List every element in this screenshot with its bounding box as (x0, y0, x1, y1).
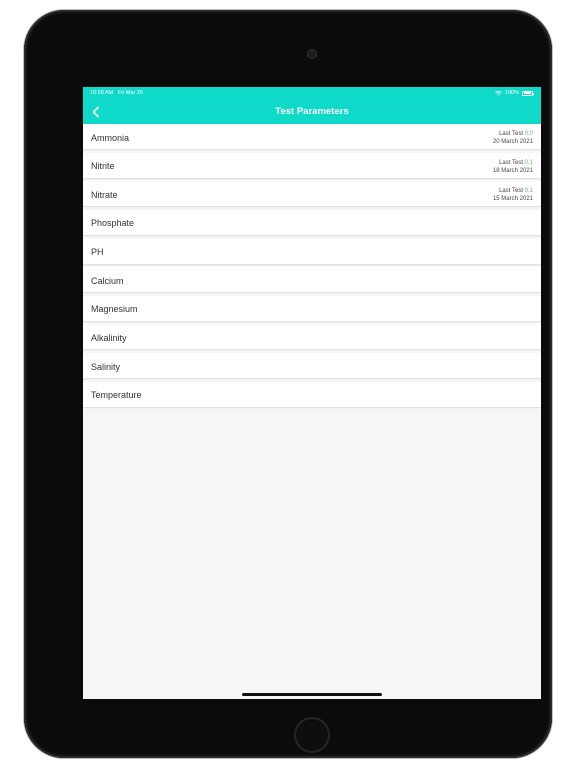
battery-icon (522, 90, 534, 96)
last-test-value: 0.1 (524, 159, 533, 166)
battery-level (523, 92, 532, 94)
parameter-row-salinity[interactable]: Salinity (83, 353, 541, 380)
parameter-label: Magnesium (91, 304, 138, 315)
status-time-value: 10:58 AM (90, 90, 114, 96)
parameter-label: PH (91, 247, 104, 258)
parameter-row-phosphate[interactable]: Phosphate (83, 209, 541, 236)
parameter-row-calcium[interactable]: Calcium (83, 267, 541, 294)
status-time: 10:58 AM Fri Mar 26 (90, 90, 143, 96)
parameter-row-nitrate[interactable]: Nitrate Last Test 0.1 15 March 2021 (83, 181, 541, 208)
wifi-icon (494, 90, 502, 96)
last-test-info: Last Test 0.0 20 March 2021 (493, 130, 533, 146)
parameter-label: Temperature (91, 390, 142, 401)
last-test-label: Last Test (499, 131, 523, 137)
home-button[interactable] (294, 717, 330, 753)
app-screen: 10:58 AM Fri Mar 26 100% Test Parameters… (83, 87, 541, 699)
parameter-row-ammonia[interactable]: Ammonia Last Test 0.0 20 March 2021 (83, 124, 541, 150)
parameter-row-temperature[interactable]: Temperature (83, 381, 541, 408)
last-test-info: Last Test 0.1 18 March 2021 (493, 159, 533, 175)
home-indicator[interactable] (242, 693, 382, 696)
parameter-row-nitrite[interactable]: Nitrite Last Test 0.1 18 March 2021 (83, 152, 541, 179)
parameter-label: Alkalinity (91, 332, 127, 343)
page-title: Test Parameters (275, 106, 349, 117)
parameter-label: Calcium (91, 275, 124, 286)
last-test-value: 0.1 (524, 188, 533, 195)
status-indicators: 100% (494, 90, 534, 96)
battery-tip (533, 93, 534, 95)
status-bar: 10:58 AM Fri Mar 26 100% (83, 87, 541, 99)
last-test-date: 15 March 2021 (492, 196, 533, 203)
parameter-list: Ammonia Last Test 0.0 20 March 2021 Nitr… (83, 124, 541, 410)
last-test-value: 0.0 (524, 131, 533, 137)
last-test-label: Last Test (499, 188, 523, 195)
tablet-frame: 10:58 AM Fri Mar 26 100% Test Parameters… (24, 10, 552, 758)
last-test-date: 18 March 2021 (492, 167, 533, 174)
last-test-label: Last Test (499, 159, 523, 166)
parameter-row-magnesium[interactable]: Magnesium (83, 295, 541, 322)
parameter-row-alkalinity[interactable]: Alkalinity (83, 324, 541, 351)
parameter-label: Nitrate (91, 189, 118, 200)
parameter-label: Ammonia (91, 132, 130, 143)
parameter-label: Phosphate (91, 218, 135, 229)
parameter-label: Salinity (91, 361, 121, 372)
last-test-info: Last Test 0.1 15 March 2021 (493, 187, 533, 203)
nav-header: 10:58 AM Fri Mar 26 100% Test Parameters (83, 87, 541, 124)
front-camera (308, 50, 316, 58)
battery-percentage: 100% (504, 90, 519, 96)
parameter-row-ph[interactable]: PH (83, 238, 541, 265)
status-date-value: Fri Mar 26 (117, 90, 143, 96)
last-test-date: 20 March 2021 (492, 139, 533, 145)
parameter-label: Nitrite (91, 161, 115, 172)
